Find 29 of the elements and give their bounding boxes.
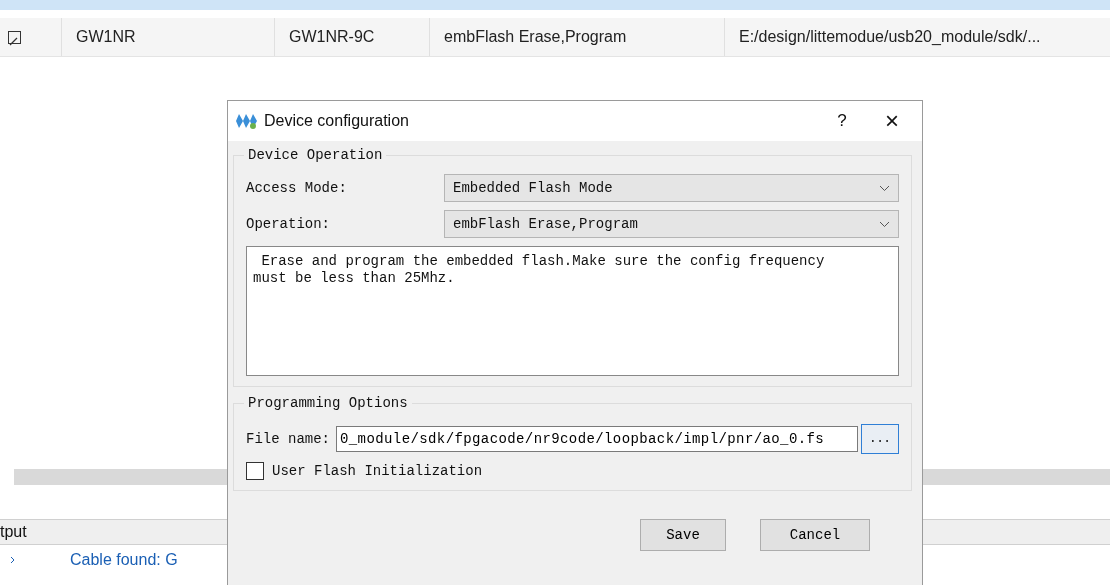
save-button[interactable]: Save	[640, 519, 726, 551]
field-label: File name:	[246, 431, 330, 447]
row-checkbox[interactable]	[8, 30, 21, 44]
check-icon	[9, 36, 18, 46]
cancel-button[interactable]: Cancel	[760, 519, 870, 551]
table-cell-text: E:/design/littemodue/usb20_module/sdk/...	[738, 27, 1042, 47]
group-title: Programming Options	[244, 395, 412, 411]
table-cell: GW1NR	[62, 18, 275, 56]
chevron-down-icon	[879, 220, 890, 228]
field-label: Access Mode:	[246, 180, 348, 196]
window-title: Device configuration	[264, 112, 410, 130]
field-label: Operation:	[246, 216, 331, 232]
checkbox-label: User Flash Initialization	[272, 463, 483, 479]
log-line: Cable found: G	[70, 551, 178, 569]
browse-button[interactable]: ...	[861, 424, 899, 454]
operation-dropdown[interactable]: embFlash Erase,Program	[444, 210, 899, 238]
table-cell: embFlash Erase,Program	[430, 18, 725, 56]
close-button[interactable]: ×	[870, 103, 914, 139]
chevron-down-icon	[879, 184, 890, 192]
panel-title: tput	[0, 523, 27, 541]
logo-icon	[236, 112, 258, 130]
file-name-field[interactable]: 0_module/sdk/fpgacode/nr9code/loopback/impl/pnr/ao_0.fs	[336, 426, 858, 452]
checkbox[interactable]	[246, 462, 264, 480]
chevron-icon	[10, 556, 16, 564]
access-mode-dropdown[interactable]: Embedded Flash Mode	[444, 174, 899, 202]
group-title: Device Operation	[244, 147, 387, 163]
table-cell: GW1NR-9C	[275, 18, 430, 56]
description-text: Erase and program the embedded flash.Make sure the config frequency must be less than 25Mhz.	[246, 246, 899, 376]
help-button[interactable]: ?	[820, 103, 864, 139]
